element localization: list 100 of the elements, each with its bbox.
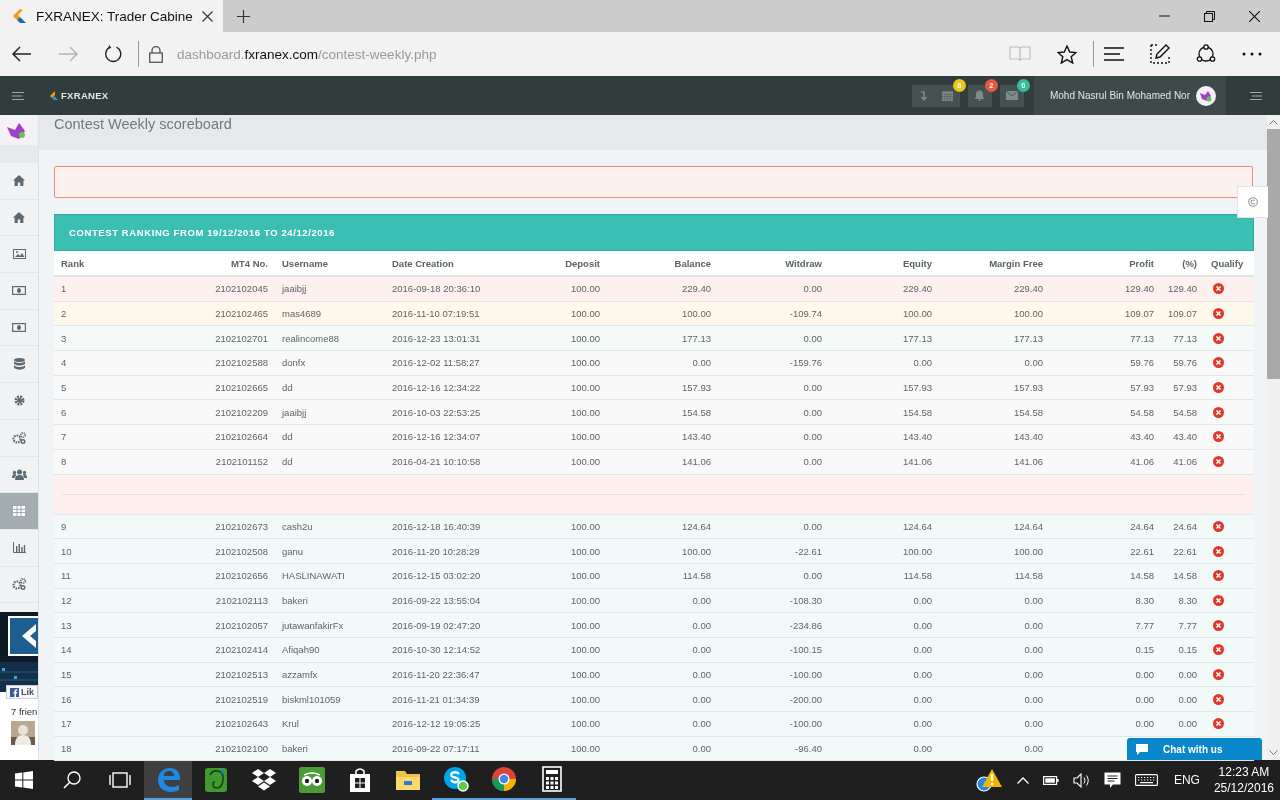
table-cell: 100.00 <box>902 545 932 557</box>
table-cell: 0.15 <box>1135 644 1154 656</box>
table-cell: 59.76 <box>1173 357 1197 369</box>
table-cell: biskml101059 <box>282 693 341 705</box>
new-tab-icon[interactable] <box>236 9 250 23</box>
table-cell: 2016-04-21 10:10:58 <box>392 456 481 468</box>
keyboard-icon[interactable] <box>1134 774 1158 786</box>
user-name: Mohd Nasrul Bin Mohamed Nor <box>1049 90 1190 101</box>
table-cell: jutawanfakirFx <box>282 619 344 631</box>
table-cell: 0.00 <box>692 693 711 705</box>
notification-button[interactable] <box>999 84 1024 107</box>
folder-icon[interactable] <box>395 769 421 791</box>
table-cell: 0.00 <box>803 431 822 443</box>
scroll-down-icon[interactable] <box>1269 750 1278 756</box>
table-cell: 0.00 <box>1024 718 1043 730</box>
table-cell: 229.40 <box>681 283 711 295</box>
taskbar-app[interactable] <box>144 760 192 800</box>
banknote-icon <box>12 323 26 333</box>
table-cell: 2102102209 <box>215 406 268 418</box>
table-cell: 0.00 <box>692 619 711 631</box>
table-cell: 114.58 <box>903 570 932 582</box>
logo-icon <box>11 8 27 24</box>
table-cell: 8 <box>61 456 67 468</box>
table-cell: 0.15 <box>1178 644 1197 656</box>
table-cell: 2102102664 <box>215 431 268 443</box>
gears-icon <box>12 431 26 444</box>
like-button[interactable]: Lik <box>6 685 38 700</box>
table-cell: 2016-10-03 22:53:25 <box>392 406 481 418</box>
user-menu[interactable]: Mohd Nasrul Bin Mohamed Nor <box>1033 76 1226 115</box>
table-cell: 18 <box>61 743 72 755</box>
table-cell: 2102102643 <box>215 718 268 730</box>
table-cell: 100.00 <box>570 456 600 468</box>
table-cell: 0.00 <box>1178 718 1197 730</box>
table-cell: 2016-12-15 03:02:20 <box>392 570 481 582</box>
table-cell: 154.58 <box>1013 406 1043 418</box>
table-cell: jaaibjj <box>282 406 307 418</box>
table-cell: 7 <box>61 431 67 443</box>
scroll-up-icon[interactable] <box>1269 119 1278 125</box>
calculator-icon[interactable] <box>542 766 562 792</box>
table-cell: 229.40 <box>902 283 932 295</box>
table-cell: 41.06 <box>1130 456 1154 468</box>
table-cell: -96.40 <box>795 743 822 755</box>
table-cell: -108.30 <box>789 594 822 606</box>
chevron-up-icon[interactable] <box>1016 776 1029 784</box>
table-cell: 141.06 <box>681 456 711 468</box>
browser-tab[interactable]: FXRANEX: Trader Cabine <box>0 0 223 32</box>
table-cell: 2016-09-18 20:36:10 <box>392 283 481 295</box>
bell-icon <box>974 90 986 101</box>
table-cell: 0.00 <box>913 718 932 730</box>
table-cell: 100.00 <box>570 382 600 394</box>
back-icon[interactable] <box>12 46 32 62</box>
table-cell: ganu <box>282 545 304 557</box>
table-cell: 9 <box>61 520 67 532</box>
shopping-bag-icon[interactable] <box>349 767 371 793</box>
table-cell: 229.40 <box>1013 283 1043 295</box>
menu-icon[interactable] <box>1250 91 1262 100</box>
home-icon <box>13 175 25 187</box>
table-cell: 4 <box>61 357 67 369</box>
clock[interactable]: 12:23 AM 25/12/2016 <box>1213 764 1274 796</box>
battery-icon[interactable] <box>1042 775 1059 785</box>
windows-stack-icon <box>109 772 131 788</box>
close-icon[interactable] <box>1249 10 1260 22</box>
scrollbar-thumb[interactable] <box>1267 129 1280 379</box>
url-field[interactable]: dashboard.fxranex.com/contest-weekly.php <box>177 46 437 62</box>
chrome-icon[interactable] <box>491 766 517 792</box>
table-cell: 2016-12-16 12:34:07 <box>392 431 481 443</box>
table-cell: 6 <box>61 406 67 418</box>
warning-icon[interactable] <box>974 768 1003 792</box>
star-icon[interactable] <box>1057 44 1077 64</box>
language-indicator[interactable]: ENG <box>1173 773 1200 787</box>
table-cell: 100.00 <box>570 520 600 532</box>
table-cell: -200.00 <box>789 693 822 705</box>
menu-icon[interactable] <box>12 91 24 100</box>
chat-button[interactable]: Chat with us <box>1127 738 1262 760</box>
close-icon[interactable] <box>201 10 213 22</box>
restore-icon[interactable] <box>1204 10 1215 22</box>
pen-icon[interactable] <box>1150 44 1170 64</box>
table-cell: 14.58 <box>1173 570 1197 582</box>
brand-name: FXRANEX <box>61 90 109 101</box>
table-cell: 124.64 <box>1013 520 1043 532</box>
skype-icon[interactable] <box>443 766 469 792</box>
table-cell: 0.00 <box>803 570 822 582</box>
table-cell: 2102102508 <box>215 545 268 557</box>
table-cell: 100.00 <box>570 743 600 755</box>
table-cell: 100.00 <box>570 332 600 344</box>
avatar-icon[interactable] <box>4 117 30 143</box>
table-cell: 14.58 <box>1130 570 1154 582</box>
speech-bubble-icon <box>1135 742 1149 756</box>
table-cell: 0.00 <box>1135 693 1154 705</box>
owl-eyes-icon[interactable] <box>299 767 325 793</box>
notification-button[interactable] <box>967 84 992 107</box>
table-cell: mas4689 <box>282 308 322 320</box>
refresh-icon[interactable] <box>104 45 122 63</box>
lines-icon[interactable] <box>1104 47 1124 61</box>
share-icon[interactable] <box>1196 44 1216 64</box>
message-icon[interactable] <box>1103 771 1121 789</box>
more-icon[interactable] <box>1242 52 1262 56</box>
download-button[interactable] <box>911 84 936 107</box>
dropbox-icon[interactable] <box>251 768 277 792</box>
speaker-icon[interactable] <box>1072 772 1090 788</box>
